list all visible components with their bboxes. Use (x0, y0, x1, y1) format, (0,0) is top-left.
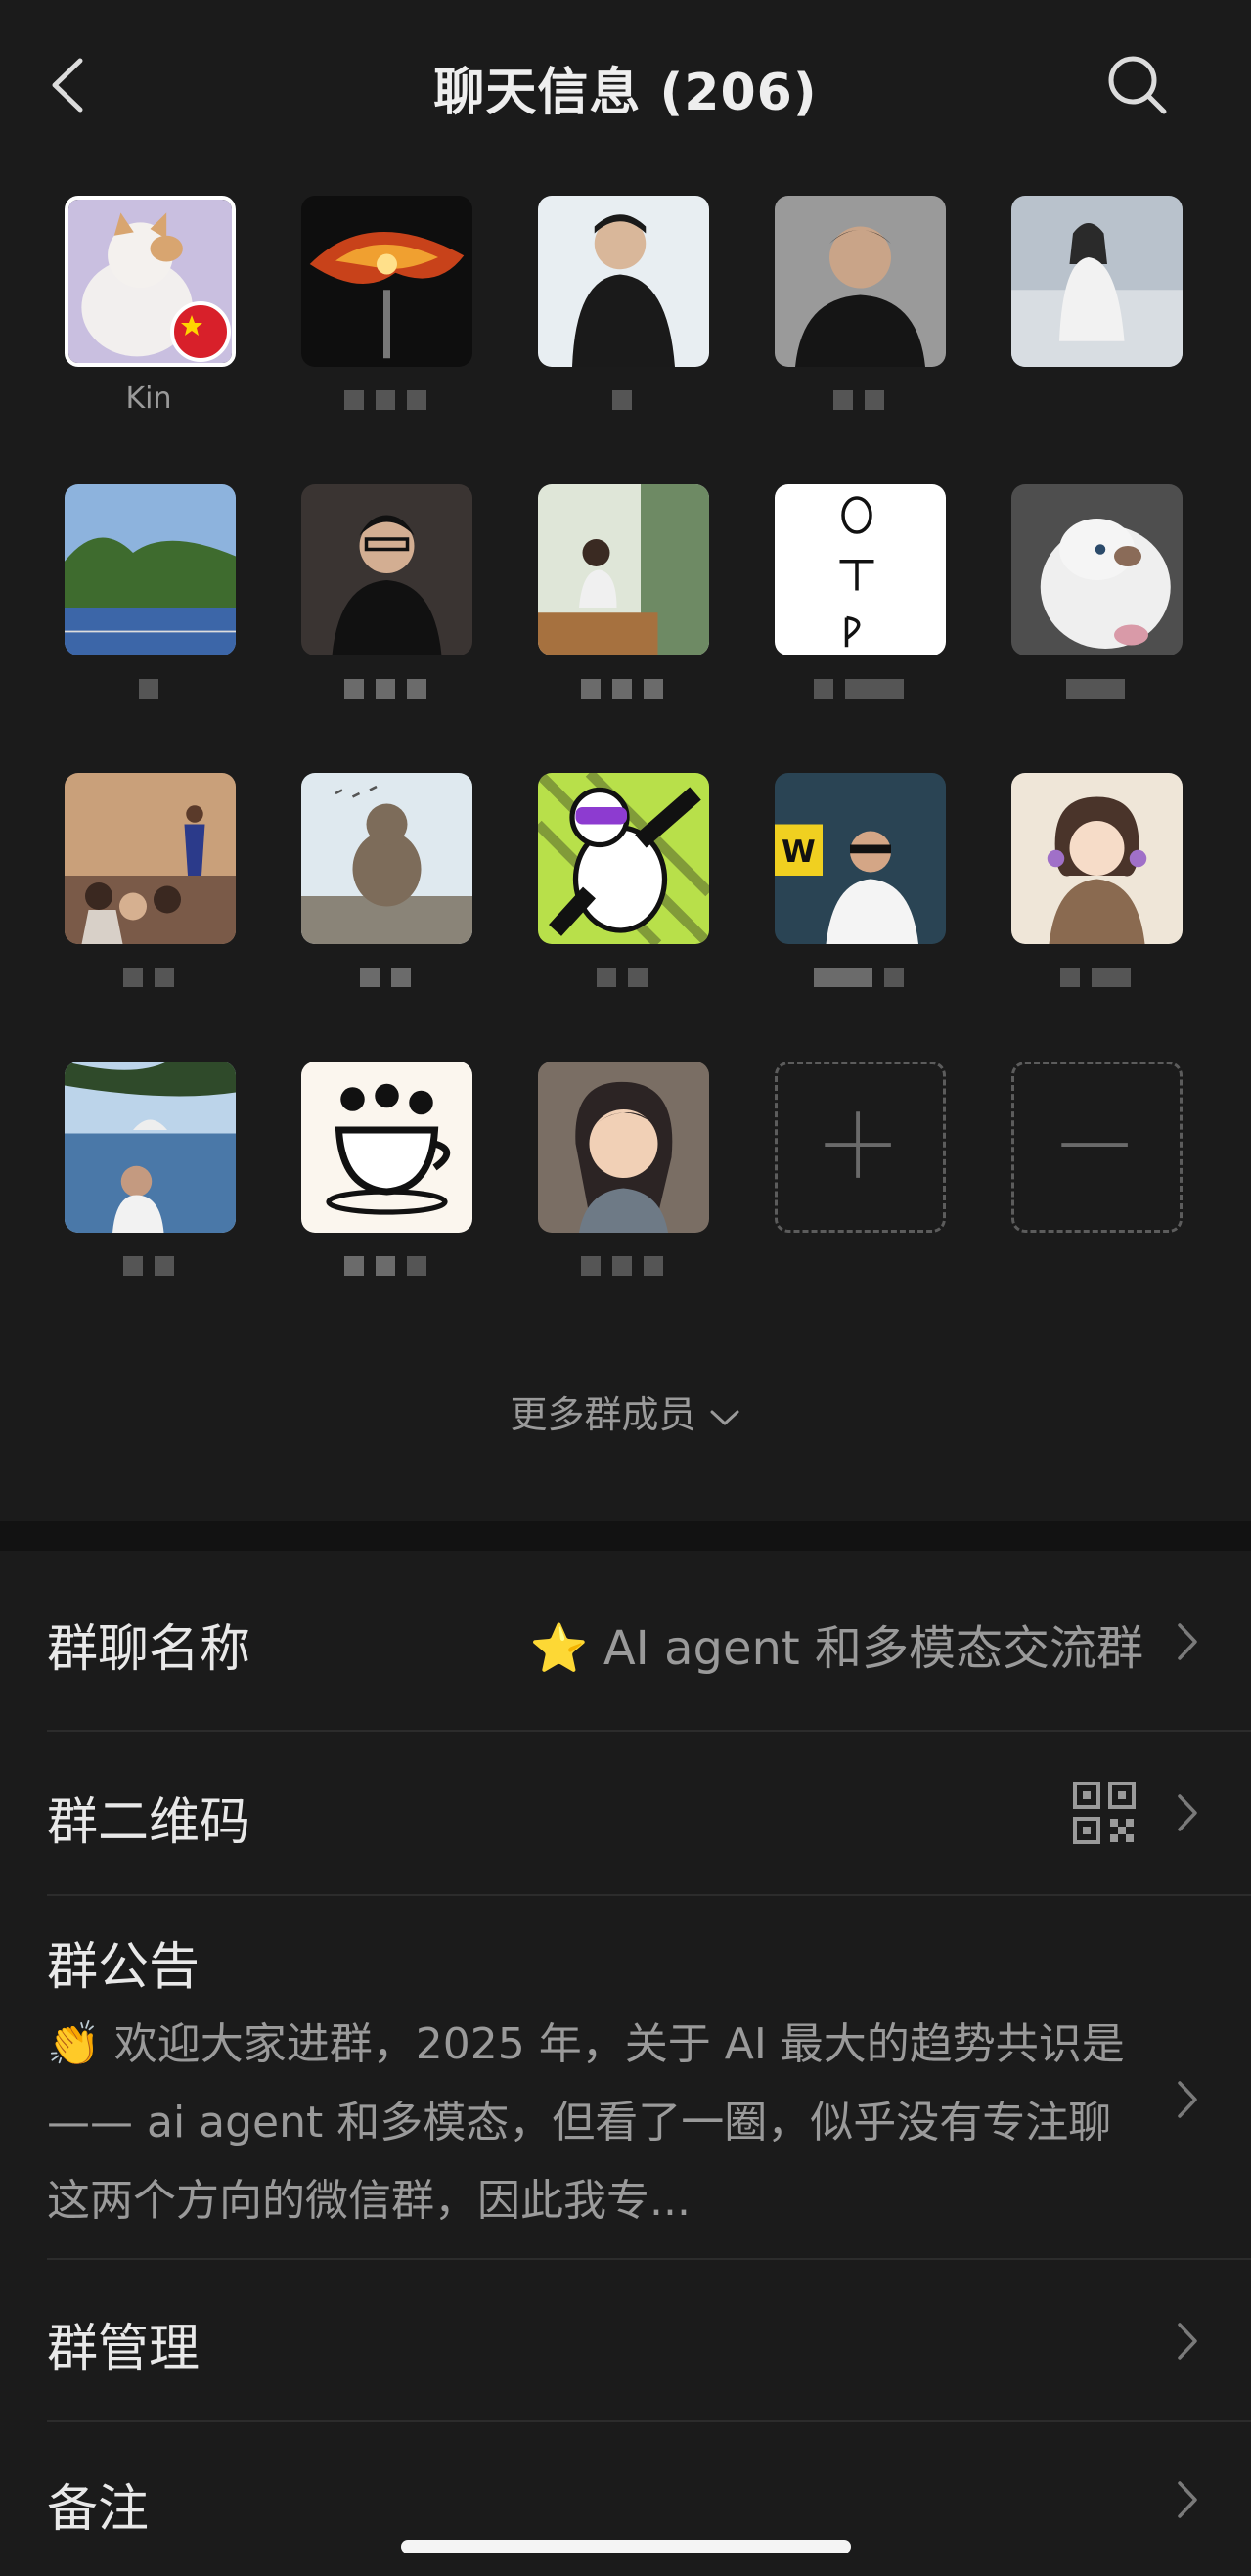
member-avatar (65, 773, 236, 944)
member-tile[interactable] (297, 773, 473, 1027)
member-tile[interactable] (1007, 773, 1184, 1027)
group-announcement-text: 👏 欢迎大家进群，2025 年，关于 AI 最大的趋势共识是 —— ai age… (47, 2006, 1152, 2240)
member-avatar (1011, 196, 1183, 367)
member-avatar (301, 196, 472, 367)
chevron-right-icon (1178, 1623, 1197, 1660)
qr-code-icon (1073, 1782, 1136, 1844)
plus-icon (825, 1111, 891, 1178)
member-name (534, 1247, 710, 1287)
group-name-value: ⭐ AI agent 和多模态交流群 (530, 1609, 1143, 1678)
member-name (1007, 670, 1184, 709)
star-icon: ⭐ (529, 1621, 589, 1676)
member-avatar (65, 1062, 236, 1233)
member-name (61, 1247, 237, 1287)
member-tile[interactable] (1007, 196, 1184, 450)
member-tile[interactable] (534, 1062, 710, 1316)
group-qr-label: 群二维码 (47, 1793, 251, 1852)
member-name (771, 670, 947, 709)
member-avatar (1011, 773, 1183, 944)
member-tile[interactable] (61, 773, 237, 1027)
member-name (771, 382, 947, 421)
more-members-label: 更多群成员 (510, 1393, 696, 1436)
member-name (297, 670, 473, 709)
group-qr-row[interactable]: 群二维码 (0, 1732, 1251, 1896)
minus-icon (1061, 1143, 1128, 1148)
member-name (297, 1247, 473, 1287)
chevron-right-icon (1178, 2081, 1197, 2118)
section-divider (0, 1521, 1251, 1551)
member-avatar (1011, 484, 1183, 655)
member-avatar (301, 1062, 472, 1233)
chevron-right-icon (1178, 2323, 1197, 2360)
group-name-row[interactable]: 群聊名称 ⭐ AI agent 和多模态交流群 (0, 1551, 1251, 1732)
member-tile[interactable] (534, 196, 710, 450)
chevron-down-icon (710, 1410, 739, 1424)
member-tile[interactable] (534, 484, 710, 739)
home-indicator[interactable] (401, 2540, 851, 2553)
chat-info-page: 聊天信息 (206) Kin W 更多群成员 群聊名称 ⭐ AI agent 和… (0, 0, 1251, 2576)
member-avatar (775, 196, 946, 367)
member-avatar (538, 196, 709, 367)
member-name (771, 959, 947, 998)
member-avatar (65, 484, 236, 655)
member-tile[interactable]: W (771, 773, 947, 1027)
member-avatar (538, 1062, 709, 1233)
flag-badge (170, 301, 231, 362)
chevron-right-icon (1178, 2481, 1197, 2518)
member-tile[interactable] (771, 484, 947, 739)
header: 聊天信息 (206) (0, 0, 1251, 171)
member-avatar (301, 484, 472, 655)
group-name-text: AI agent 和多模态交流群 (603, 1621, 1143, 1676)
member-name (1007, 382, 1184, 421)
member-tile[interactable] (297, 1062, 473, 1316)
chevron-right-icon (1178, 1794, 1197, 1831)
member-name (61, 670, 237, 709)
group-manage-label: 群管理 (47, 2320, 201, 2378)
member-avatar (301, 773, 472, 944)
member-tile[interactable] (534, 773, 710, 1027)
member-name (534, 959, 710, 998)
clap-icon: 👏 (47, 2019, 101, 2069)
member-name (534, 670, 710, 709)
group-manage-row[interactable]: 群管理 (0, 2260, 1251, 2421)
search-icon (1108, 56, 1167, 114)
member-tile[interactable] (61, 484, 237, 739)
group-name-label: 群聊名称 (47, 1620, 251, 1679)
member-name (534, 382, 710, 421)
member-tile[interactable] (297, 196, 473, 450)
member-name: Kin (125, 382, 172, 416)
more-members-button[interactable]: 更多群成员 (0, 1384, 1251, 1438)
member-tile[interactable] (61, 1062, 237, 1316)
member-tile[interactable] (771, 196, 947, 450)
member-avatar (775, 484, 946, 655)
group-announcement-label: 群公告 (47, 1938, 201, 1997)
search-button[interactable] (1103, 51, 1172, 119)
announcement-body: 欢迎大家进群，2025 年，关于 AI 最大的趋势共识是 —— ai agent… (47, 2019, 1125, 2226)
remove-member-tile[interactable] (1007, 1062, 1184, 1316)
page-title: 聊天信息 (206) (433, 64, 818, 122)
add-member-button[interactable] (775, 1062, 946, 1233)
member-name (1007, 959, 1184, 998)
member-name (297, 382, 473, 421)
group-announcement-row[interactable]: 群公告 👏 欢迎大家进群，2025 年，关于 AI 最大的趋势共识是 —— ai… (0, 1896, 1251, 2258)
remark-label: 备注 (47, 2480, 150, 2539)
member-tile[interactable] (297, 484, 473, 739)
member-tile[interactable]: Kin (61, 196, 237, 450)
svg-text:W: W (782, 835, 816, 870)
add-member-tile[interactable] (771, 1062, 947, 1316)
member-avatar: W (775, 773, 946, 944)
member-name (61, 959, 237, 998)
member-tile[interactable] (1007, 484, 1184, 739)
member-avatar (538, 484, 709, 655)
remove-member-button[interactable] (1011, 1062, 1183, 1233)
member-avatar (538, 773, 709, 944)
member-name (297, 959, 473, 998)
